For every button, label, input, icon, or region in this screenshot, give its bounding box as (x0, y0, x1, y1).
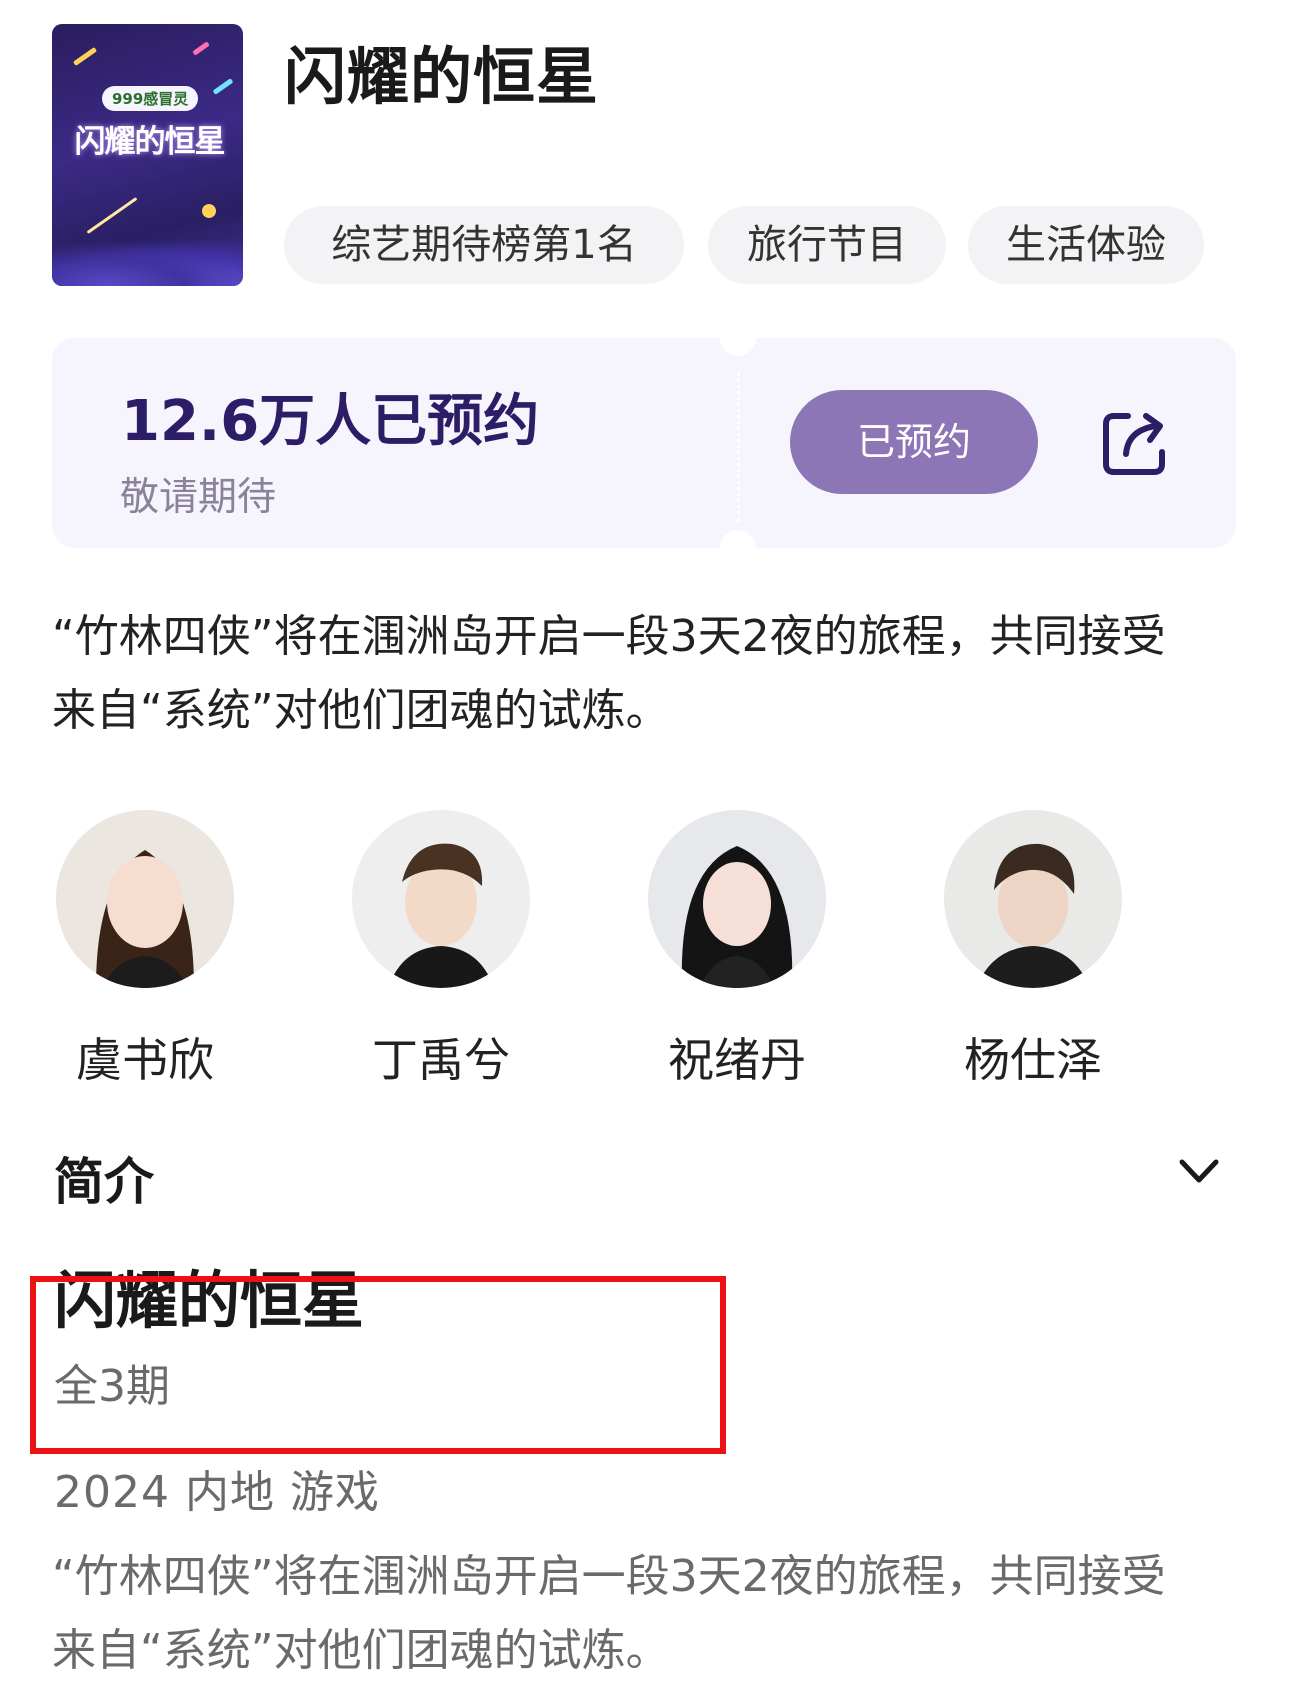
description-line-1: “竹林四侠”将在涠洲岛开启一段3天2夜的旅程，共同接受 (52, 611, 1166, 662)
tag-travel[interactable]: 旅行节目 (708, 206, 946, 284)
cast-name[interactable]: 祝绪丹 (617, 1024, 857, 1090)
cast-name[interactable]: 虞书欣 (25, 1024, 265, 1090)
intro-section-label: 简介 (54, 1153, 154, 1211)
poster-cloud (52, 240, 243, 286)
cast-name[interactable]: 杨仕泽 (913, 1024, 1153, 1090)
tag-life[interactable]: 生活体验 (968, 206, 1204, 284)
cast-avatar[interactable] (648, 810, 826, 988)
description-line-2: 来自“系统”对他们团魂的试炼。 (52, 685, 670, 736)
show-title: 闪耀的恒星 (284, 40, 600, 113)
poster-confetti (212, 78, 234, 95)
tag-ranking[interactable]: 综艺期待榜第1名 (284, 206, 684, 284)
intro-description-line-1: “竹林四侠”将在涠洲岛开启一段3天2夜的旅程，共同接受 (52, 1551, 1166, 1602)
poster-confetti (192, 41, 210, 56)
poster-confetti (72, 46, 98, 67)
poster-badge: 999感冒灵 (102, 86, 199, 111)
cast-avatar[interactable] (56, 810, 234, 988)
cast-avatar[interactable] (352, 810, 530, 988)
cast-name[interactable]: 丁禹兮 (321, 1024, 561, 1090)
intro-description-line-2: 来自“系统”对他们团魂的试炼。 (52, 1625, 670, 1676)
share-icon[interactable] (1098, 406, 1172, 480)
chevron-down-icon[interactable] (1176, 1148, 1222, 1194)
reserved-button[interactable]: 已预约 (790, 390, 1038, 494)
reservation-subtitle: 敬请期待 (120, 475, 277, 520)
poster-title: 闪耀的恒星 (74, 124, 226, 160)
highlight-box (30, 1276, 726, 1454)
cast-avatar[interactable] (944, 810, 1122, 988)
poster-confetti (86, 197, 138, 234)
card-divider (737, 372, 740, 522)
show-poster[interactable]: 999感冒灵 闪耀的恒星 (52, 24, 243, 286)
poster-confetti (199, 201, 219, 221)
show-meta: 2024 内地 游戏 (54, 1467, 380, 1518)
reservation-count: 12.6万人已预约 (121, 389, 540, 454)
